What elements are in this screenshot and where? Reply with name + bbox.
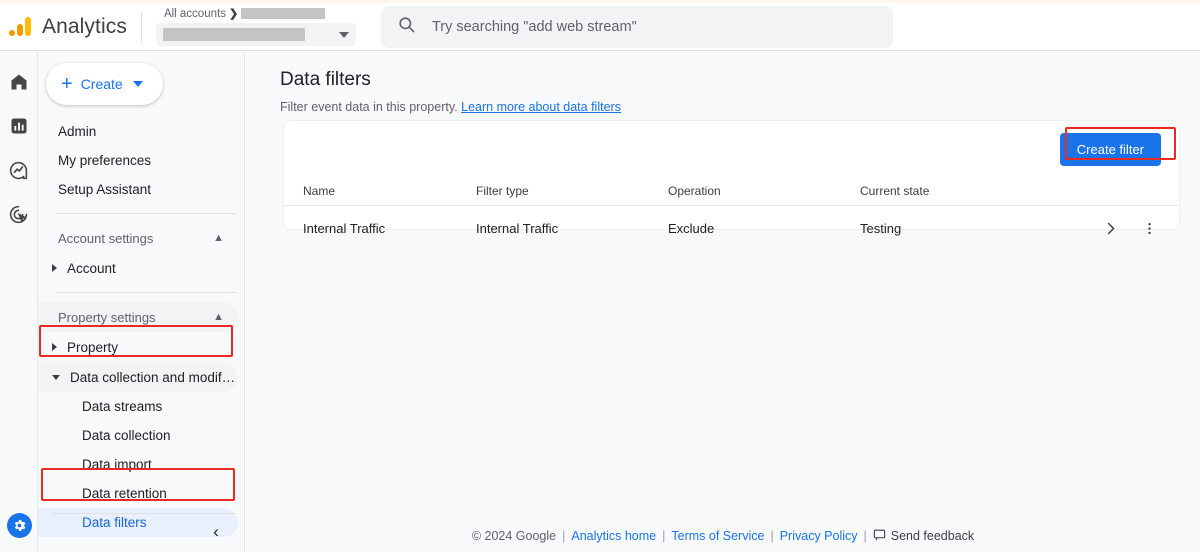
sidebar-item-label: Data collection xyxy=(82,428,171,443)
page-footer: © 2024 Google | Analytics home | Terms o… xyxy=(246,528,1200,544)
column-header-name: Name xyxy=(303,183,336,198)
plus-icon: + xyxy=(61,73,73,95)
chevron-left-icon[interactable]: ‹ xyxy=(204,520,228,544)
search-input[interactable]: Try searching "add web stream" xyxy=(380,5,893,48)
sidebar-item-admin[interactable]: Admin xyxy=(38,117,236,146)
column-header-operation: Operation xyxy=(668,183,721,198)
page-subtitle-text: Filter event data in this property. xyxy=(280,100,458,114)
sidebar-item-partially-visible[interactable] xyxy=(52,500,232,512)
triangle-right-icon xyxy=(52,343,57,351)
sidebar-item-label: My preferences xyxy=(58,153,152,168)
sidebar-item-label: Data streams xyxy=(82,399,163,414)
icon-rail xyxy=(0,52,38,552)
property-name-redacted xyxy=(162,28,305,41)
copyright-text: © 2024 Google xyxy=(471,529,557,543)
table-row[interactable]: Internal Traffic Internal Traffic Exclud… xyxy=(284,206,1179,250)
sidebar-item-data-import[interactable]: Data import xyxy=(38,450,238,479)
row-actions xyxy=(1052,221,1179,236)
sidebar-item-label: Setup Assistant xyxy=(58,182,152,197)
footer-separator: | xyxy=(770,529,774,543)
chevron-right-icon[interactable] xyxy=(1103,221,1118,236)
home-icon[interactable] xyxy=(0,60,38,104)
search-placeholder-text: Try searching "add web stream" xyxy=(431,18,637,35)
triangle-right-icon xyxy=(52,264,57,272)
collapse-label: ‹ xyxy=(213,522,219,541)
footer-separator: | xyxy=(662,529,666,543)
sidebar-group-label: Account xyxy=(67,260,116,276)
sidebar-item-label xyxy=(52,500,232,511)
section-label: Account settings xyxy=(58,230,154,246)
create-button-label: Create xyxy=(80,76,123,92)
footer-link-terms-of-service[interactable]: Terms of Service xyxy=(671,529,764,543)
settings-sidebar: + Create Admin My preferences Setup Assi… xyxy=(38,52,245,552)
sidebar-item-setup-assistant[interactable]: Setup Assistant xyxy=(38,175,236,204)
table-header-row: Name Filter type Operation Current state xyxy=(284,176,1179,206)
section-property-settings[interactable]: Property settings ▲ xyxy=(38,302,238,332)
sidebar-divider xyxy=(52,513,236,514)
account-property-picker[interactable]: All accounts ❯ xyxy=(155,5,356,49)
brand-title: Analytics xyxy=(42,14,127,38)
app-header: Analytics All accounts ❯ Try searching "… xyxy=(0,3,1200,51)
send-feedback-label: Send feedback xyxy=(890,529,975,543)
feedback-icon xyxy=(873,528,886,544)
chevron-up-icon: ▲ xyxy=(213,311,224,323)
column-header-current-state: Current state xyxy=(860,183,930,198)
sidebar-item-data-collection[interactable]: Data collection xyxy=(38,421,238,450)
section-label: Property settings xyxy=(58,309,156,325)
chevron-down-icon xyxy=(132,81,143,87)
triangle-down-icon xyxy=(52,374,60,380)
create-filter-button[interactable]: Create filter xyxy=(1059,133,1161,166)
chevron-up-icon: ▲ xyxy=(213,232,224,244)
cell-operation: Exclude xyxy=(668,220,715,236)
cell-current-state: Testing xyxy=(860,220,902,236)
sidebar-group-label: Property xyxy=(67,339,119,355)
advertising-icon[interactable] xyxy=(0,192,38,236)
sidebar-divider xyxy=(56,213,236,214)
more-vert-icon[interactable] xyxy=(1142,221,1157,236)
page-title: Data filters xyxy=(280,69,371,90)
footer-separator: | xyxy=(863,529,867,543)
main-content: Data filters Filter event data in this p… xyxy=(246,52,1200,552)
header-divider xyxy=(140,11,142,42)
data-filters-card: Create filter Name Filter type Operation… xyxy=(283,120,1180,236)
breadcrumb-chevron-icon: ❯ xyxy=(228,8,239,20)
sidebar-item-my-preferences[interactable]: My preferences xyxy=(38,146,236,175)
card-toolbar: Create filter xyxy=(284,121,1179,176)
column-header-filter-type: Filter type xyxy=(476,183,529,198)
learn-more-link[interactable]: Learn more about data filters xyxy=(461,100,621,114)
footer-link-analytics-home[interactable]: Analytics home xyxy=(571,529,656,543)
explore-icon[interactable] xyxy=(0,148,38,192)
cell-filter-type: Internal Traffic xyxy=(476,220,559,236)
sidebar-group-label: Data collection and modifica… xyxy=(70,369,238,385)
sidebar-item-label: Data retention xyxy=(82,486,167,501)
footer-link-privacy-policy[interactable]: Privacy Policy xyxy=(780,529,858,543)
cell-name: Internal Traffic xyxy=(303,220,386,236)
sidebar-item-label: Admin xyxy=(58,124,97,139)
send-feedback-button[interactable]: Send feedback xyxy=(873,528,974,544)
property-selector[interactable] xyxy=(155,23,356,46)
footer-separator: | xyxy=(562,529,566,543)
account-breadcrumb: All accounts ❯ xyxy=(156,7,356,20)
chevron-down-icon xyxy=(338,31,349,38)
breadcrumb-all-accounts: All accounts xyxy=(163,7,226,20)
sidebar-item-data-streams[interactable]: Data streams xyxy=(38,392,238,421)
account-name-redacted xyxy=(241,8,326,19)
reports-icon[interactable] xyxy=(0,104,38,148)
sidebar-group-account[interactable]: Account xyxy=(38,253,238,283)
create-button[interactable]: + Create xyxy=(46,63,163,105)
section-account-settings[interactable]: Account settings ▲ xyxy=(38,223,238,253)
sidebar-top-links: Admin My preferences Setup Assistant xyxy=(38,117,244,204)
page-subtitle: Filter event data in this property. Lear… xyxy=(280,100,1200,114)
sidebar-item-label: Data import xyxy=(82,457,152,472)
sidebar-group-property[interactable]: Property xyxy=(38,332,238,362)
sidebar-item-label: Data filters xyxy=(82,515,147,530)
sidebar-divider xyxy=(56,292,236,293)
google-analytics-logo xyxy=(8,14,34,40)
gear-icon[interactable] xyxy=(7,513,32,538)
search-icon xyxy=(397,15,416,39)
sidebar-group-data-collection-and-modification[interactable]: Data collection and modifica… xyxy=(38,362,238,392)
